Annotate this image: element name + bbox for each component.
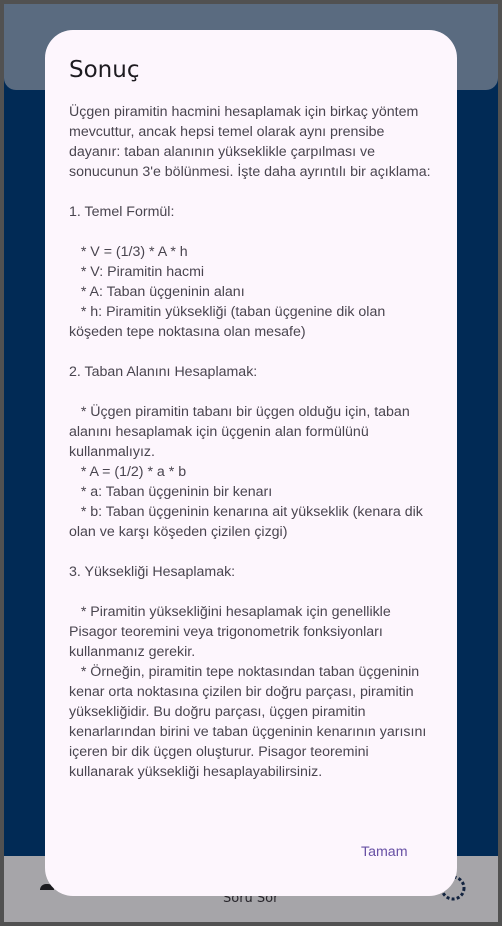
dialog-title: Sonuç xyxy=(69,57,140,83)
result-dialog: Sonuç Üçgen piramitin hacmini hesaplamak… xyxy=(45,30,457,896)
ok-button[interactable]: Tamam xyxy=(361,842,408,862)
dialog-body-text: Üçgen piramitin hacmini hesaplamak için … xyxy=(69,104,431,780)
